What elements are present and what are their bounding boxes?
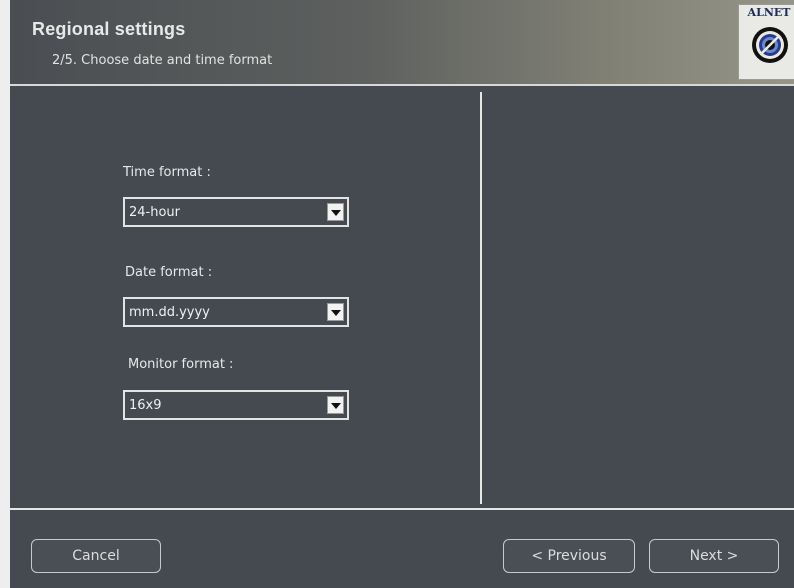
date-format-select[interactable]: mm.dd.yyyy: [123, 297, 349, 327]
monitor-format-label: Monitor format :: [128, 357, 234, 372]
chevron-down-icon[interactable]: [327, 396, 344, 414]
eye-icon: [752, 27, 788, 63]
window-left-edge: [0, 0, 10, 588]
date-format-value: mm.dd.yyyy: [129, 305, 210, 320]
date-format-label: Date format :: [125, 265, 213, 280]
regional-settings-dialog: Regional settings 2/5. Choose date and t…: [0, 0, 794, 588]
time-format-value: 24-hour: [129, 205, 181, 220]
panel-divider: [480, 92, 482, 504]
time-format-select[interactable]: 24-hour: [123, 197, 349, 227]
step-subtitle: 2/5. Choose date and time format: [52, 53, 273, 68]
chevron-down-icon[interactable]: [327, 203, 344, 221]
alnet-logo: ALNET: [738, 4, 794, 80]
next-button[interactable]: Next >: [649, 539, 779, 573]
monitor-format-select[interactable]: 16x9: [123, 390, 349, 420]
cancel-button[interactable]: Cancel: [31, 539, 161, 573]
dialog-header: Regional settings 2/5. Choose date and t…: [10, 0, 794, 84]
monitor-format-value: 16x9: [129, 398, 162, 413]
logo-text: ALNET: [747, 6, 791, 19]
time-format-label: Time format :: [123, 165, 211, 180]
dialog-title: Regional settings: [32, 19, 186, 39]
previous-button[interactable]: < Previous: [503, 539, 635, 573]
chevron-down-icon[interactable]: [327, 303, 344, 321]
